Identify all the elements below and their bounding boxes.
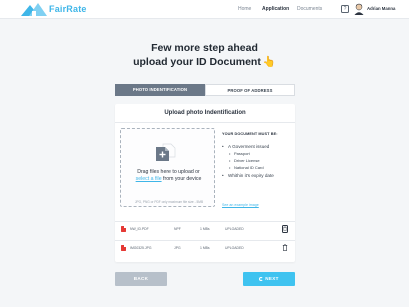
nav-documents[interactable]: Documents <box>297 6 322 12</box>
requirement-government-issued: A Goverment issued <box>222 144 294 149</box>
pdf-file-icon <box>121 226 126 232</box>
file-row: NW_ID.PDF NPF 1 MBs UPLOADED <box>115 221 295 236</box>
tab-photo-identification[interactable]: PHOTO INDENTIFICATION <box>115 84 205 96</box>
file-type-note: JPG, PNG or PDF only maximum file size -… <box>134 200 204 204</box>
user-name[interactable]: Adrian Manna <box>367 6 395 11</box>
file-row: IMG0325.JPG JPG 1 MBs UPLOADED <box>115 240 295 255</box>
requirement-passport: Passport <box>222 151 294 156</box>
brand-name[interactable]: FairRate <box>49 4 87 14</box>
loading-spinner-icon <box>259 276 264 281</box>
help-button[interactable]: ? <box>341 5 349 13</box>
requirement-expiry: Whithin it's expiry date <box>222 173 294 178</box>
page-title-text: upload your ID Document <box>133 56 261 68</box>
nav-home[interactable]: Home <box>238 6 251 12</box>
trash-icon[interactable] <box>282 225 288 233</box>
file-type: NPF <box>174 227 181 231</box>
upload-card: Upload photo Indentification Drag files … <box>115 104 295 262</box>
pointing-hand-icon: 👆 <box>262 56 276 68</box>
add-file-icon <box>156 143 176 161</box>
document-requirements: YOUR DOCUMENT MUST BE: A Goverment issue… <box>222 132 294 178</box>
page-title-line-2: upload your ID Document 👆 <box>0 55 409 68</box>
pdf-file-icon <box>121 245 126 251</box>
file-dropzone[interactable]: Drag files here to upload or select a fi… <box>120 128 215 207</box>
tab-proof-of-address[interactable]: PROOF OF ADDRESS <box>205 84 295 96</box>
requirement-driver-license: Driver License <box>222 158 294 163</box>
back-button[interactable]: BACK <box>115 272 167 286</box>
select-file-link[interactable]: select a file <box>136 176 162 182</box>
requirement-national-id: National ID Card <box>222 165 294 170</box>
file-size: 1 MBs <box>200 246 210 250</box>
divider <box>115 122 295 123</box>
card-title: Upload photo Indentification <box>164 110 246 116</box>
requirements-title: YOUR DOCUMENT MUST BE: <box>222 132 278 136</box>
dropzone-instruction-suffix: from your device <box>161 176 202 182</box>
dropzone-instruction: Drag files here to upload or <box>137 169 200 175</box>
fairrate-logo-icon[interactable] <box>21 2 47 17</box>
next-button[interactable]: NEXT <box>243 272 295 286</box>
file-name: NW_ID.PDF <box>130 227 149 231</box>
nav-application[interactable]: Application <box>262 6 289 12</box>
user-avatar[interactable] <box>354 3 364 15</box>
example-image-link[interactable]: See an example image <box>222 203 259 207</box>
trash-icon[interactable] <box>282 244 288 252</box>
file-status: UPLOADED <box>225 246 244 250</box>
top-navigation-bar: FairRate Home Application Documents ? Ad… <box>0 0 409 19</box>
file-status: UPLOADED <box>225 227 244 231</box>
file-name: IMG0325.JPG <box>130 246 152 250</box>
dropzone-instruction-2: select a file from your device <box>121 176 216 182</box>
page-title-line-1: Few more step ahead <box>151 42 258 54</box>
file-type: JPG <box>174 246 181 250</box>
next-button-label: NEXT <box>265 276 279 281</box>
file-size: 1 MBs <box>200 227 210 231</box>
